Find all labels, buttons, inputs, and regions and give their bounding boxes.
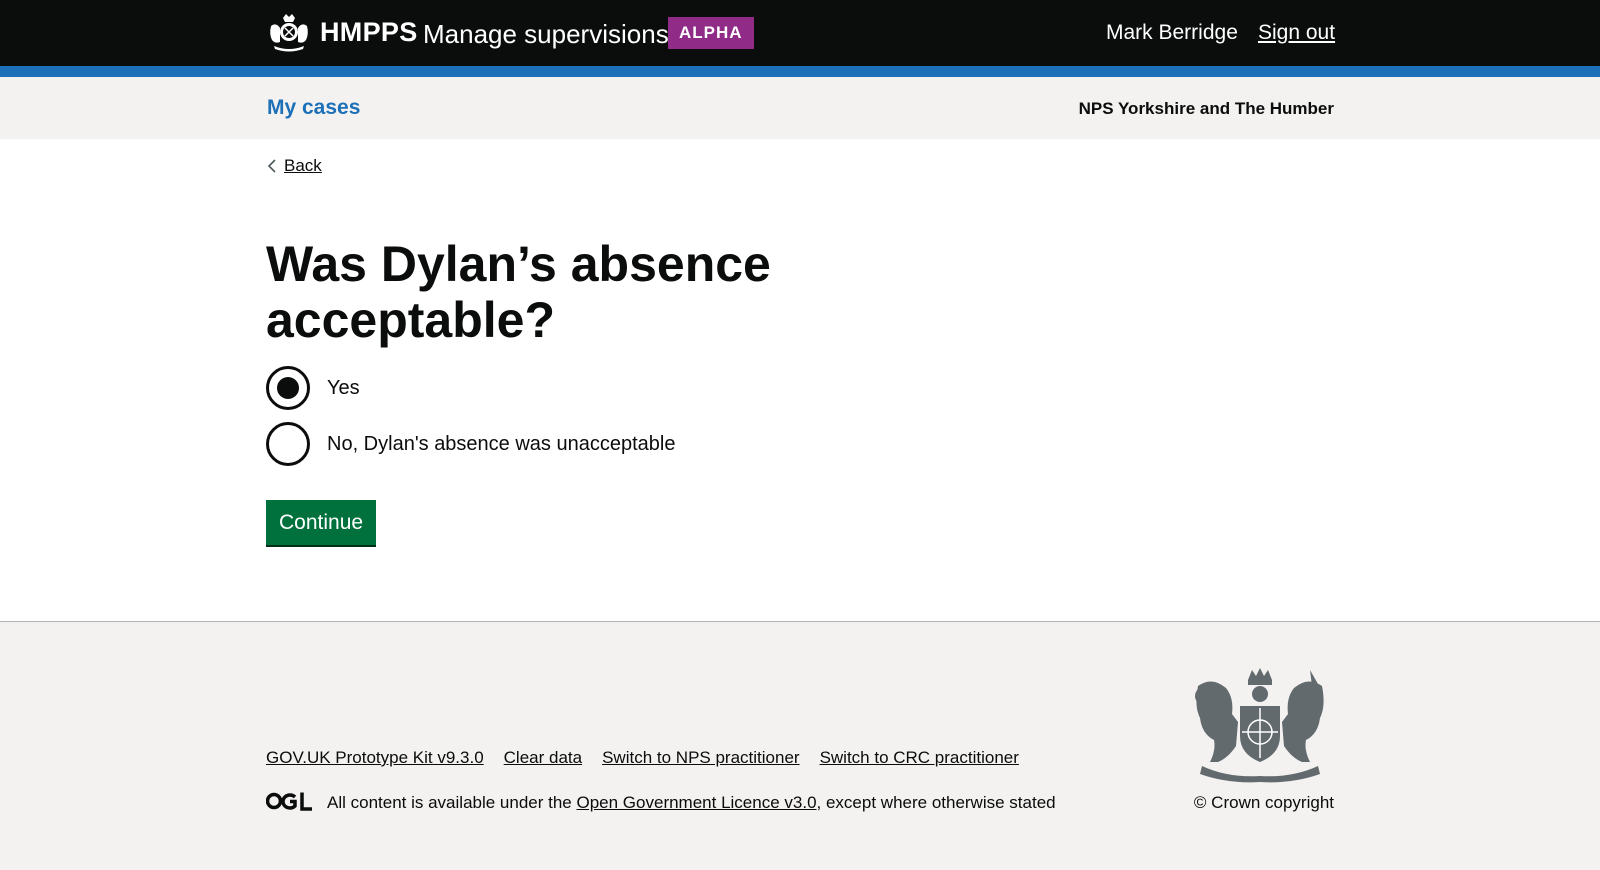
radio-option-no[interactable]: No, Dylan's absence was unacceptable bbox=[266, 422, 675, 466]
footer-link-switch-crc[interactable]: Switch to CRC practitioner bbox=[820, 748, 1019, 768]
crown-copyright[interactable]: © Crown copyright bbox=[1194, 793, 1334, 813]
page-title: Was Dylan’s absence acceptable? bbox=[266, 236, 771, 348]
licence-suffix: , except where otherwise stated bbox=[816, 793, 1056, 812]
royal-coat-of-arms-icon[interactable] bbox=[1188, 666, 1332, 784]
licence-link[interactable]: Open Government Licence v3.0 bbox=[577, 793, 817, 812]
footer-link-switch-nps[interactable]: Switch to NPS practitioner bbox=[602, 748, 799, 768]
footer-link-prototype-kit[interactable]: GOV.UK Prototype Kit v9.3.0 bbox=[266, 748, 484, 768]
continue-button[interactable]: Continue bbox=[266, 500, 377, 545]
user-name: Mark Berridge bbox=[1106, 21, 1238, 44]
page-header: HMPPS Manage supervisions ALPHA Mark Ber… bbox=[0, 0, 1600, 66]
phase-tag: ALPHA bbox=[668, 17, 754, 49]
footer-links: GOV.UK Prototype Kit v9.3.0 Clear data S… bbox=[266, 748, 1039, 768]
licence-text: All content is available under the Open … bbox=[327, 793, 1056, 813]
radio-selected-dot bbox=[277, 377, 299, 399]
radio-button-no[interactable] bbox=[266, 422, 310, 466]
licence-prefix: All content is available under the bbox=[327, 793, 577, 812]
region-label: NPS Yorkshire and The Humber bbox=[1078, 99, 1334, 118]
back-chevron-icon bbox=[267, 159, 276, 173]
footer-link-clear-data[interactable]: Clear data bbox=[504, 748, 582, 768]
radio-label-no: No, Dylan's absence was unacceptable bbox=[327, 432, 676, 455]
radio-button-yes[interactable] bbox=[266, 366, 310, 410]
ogl-logo-icon bbox=[266, 792, 312, 811]
radio-label-yes: Yes bbox=[327, 376, 360, 399]
back-link[interactable]: Back bbox=[266, 156, 322, 176]
hmpps-brand[interactable]: HMPPS bbox=[320, 17, 418, 48]
my-cases-link[interactable]: My cases bbox=[267, 96, 360, 120]
sign-out-link[interactable]: Sign out bbox=[1258, 21, 1335, 45]
crown-crest-icon bbox=[270, 14, 308, 52]
radio-option-yes[interactable]: Yes bbox=[266, 366, 360, 410]
header-accent-bar bbox=[0, 66, 1600, 77]
back-link-label: Back bbox=[284, 156, 322, 175]
service-name[interactable]: Manage supervisions bbox=[423, 19, 669, 50]
page-footer bbox=[0, 621, 1600, 870]
sub-navigation bbox=[0, 77, 1600, 139]
